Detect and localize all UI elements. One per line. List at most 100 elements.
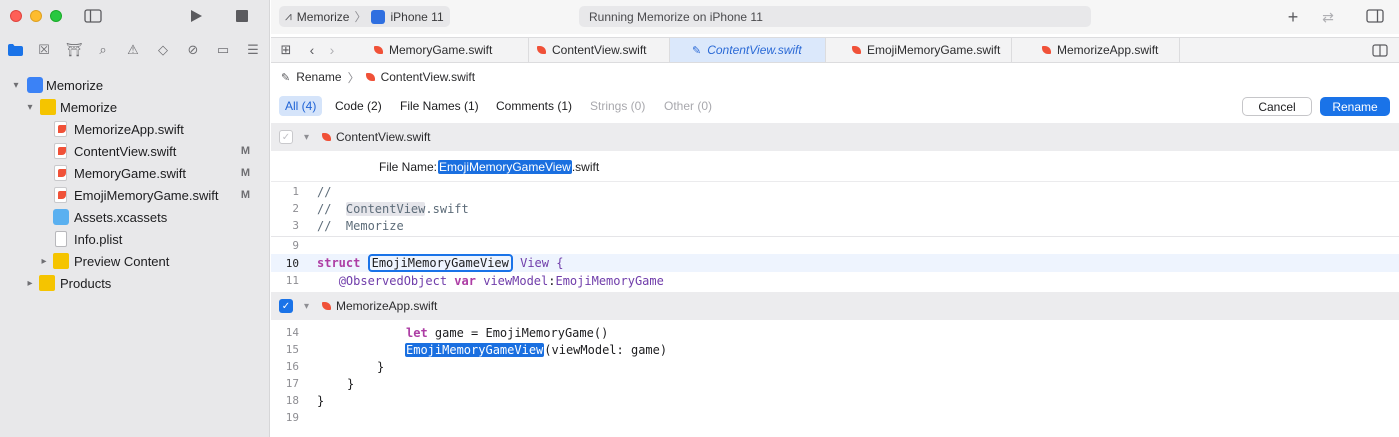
code-text: // xyxy=(317,184,332,199)
line-number: 2 xyxy=(292,202,299,215)
swift-file-icon xyxy=(537,45,546,55)
issue-navigator-icon[interactable]: ⚠ xyxy=(124,41,142,59)
cancel-button[interactable]: Cancel xyxy=(1242,97,1312,116)
split-editor-icon[interactable] xyxy=(1371,42,1389,58)
tree-item-label: Memorize xyxy=(46,77,104,93)
code-line: 2 // ContentView.swift xyxy=(271,200,1399,217)
code-token: (viewModel: game) xyxy=(544,342,668,357)
forward-icon[interactable]: › xyxy=(326,42,338,58)
filter-comments[interactable]: Comments (1) xyxy=(490,96,578,116)
filter-file-names[interactable]: File Names (1) xyxy=(394,96,485,116)
symbol-navigator-icon[interactable]: ⛩ xyxy=(65,41,83,59)
tree-item-file[interactable]: EmojiMemoryGame.swift M xyxy=(0,184,270,206)
include-checkbox[interactable]: ✓ xyxy=(279,299,293,313)
stop-icon[interactable] xyxy=(234,9,250,23)
sidebar-toggle-icon[interactable] xyxy=(83,8,103,24)
rename-match-highlight: EmojiMemoryGameView xyxy=(405,342,545,357)
report-navigator-icon[interactable]: ☰ xyxy=(244,41,262,59)
zoom-window-button[interactable] xyxy=(50,10,62,22)
code-text: // Memorize xyxy=(317,218,404,233)
include-checkbox[interactable]: ✓ xyxy=(279,130,293,144)
status-text: Running Memorize on iPhone 11 xyxy=(589,9,763,24)
source-control-icon[interactable]: ☒ xyxy=(35,41,53,59)
minimize-window-button[interactable] xyxy=(30,10,42,22)
add-icon[interactable]: + xyxy=(1284,7,1302,27)
tree-item-file[interactable]: Info.plist xyxy=(0,228,270,250)
tree-item-file[interactable]: MemorizeApp.swift xyxy=(0,118,270,140)
code-line: 1 // xyxy=(271,183,1399,200)
swift-file-icon xyxy=(1042,45,1051,55)
filter-label: File Names (1) xyxy=(400,99,479,113)
tab-label: MemorizeApp.swift xyxy=(1057,43,1159,57)
scheme-selector[interactable]: ⩘ Memorize 〉 iPhone 11 xyxy=(279,6,450,27)
code-text: } xyxy=(317,393,325,408)
tab-contentview[interactable]: ContentView.swift xyxy=(529,38,670,62)
breadcrumb-action[interactable]: Rename xyxy=(296,70,341,84)
edit-icon: ✎ xyxy=(692,44,702,57)
back-icon[interactable]: ‹ xyxy=(306,42,318,58)
code-keyword: var xyxy=(454,273,476,288)
tab-label: ContentView.swift xyxy=(552,43,647,57)
chevron-right-icon[interactable]: ▸ xyxy=(39,256,49,267)
line-number: 14 xyxy=(285,326,299,339)
tree-item-file[interactable]: ContentView.swift M xyxy=(0,140,270,162)
play-icon[interactable] xyxy=(187,8,205,24)
breadcrumb-separator: 〉 xyxy=(347,70,360,85)
tree-item-group[interactable]: ▾ Memorize xyxy=(0,96,270,118)
tree-item-project[interactable]: ▾ Memorize xyxy=(0,74,270,96)
project-icon xyxy=(27,77,43,93)
code-token: View { xyxy=(512,256,564,270)
chevron-down-icon[interactable]: ▾ xyxy=(304,301,309,312)
folder-navigator-icon[interactable] xyxy=(6,41,24,59)
find-navigator-icon[interactable]: ⌕ xyxy=(94,41,112,59)
chevron-down-icon[interactable]: ▾ xyxy=(304,132,309,143)
code-line: 18 } xyxy=(271,392,1399,409)
line-number: 11 xyxy=(285,274,299,287)
code-line: 19 xyxy=(271,409,1399,426)
tab-memorizeapp[interactable]: MemorizeApp.swift xyxy=(1012,38,1180,62)
swift-file-icon xyxy=(54,187,67,203)
tab-contentview-active[interactable]: ✎ ContentView.swift xyxy=(670,38,826,62)
grid-icon[interactable]: ⊞ xyxy=(279,42,293,57)
filter-code[interactable]: Code (2) xyxy=(329,96,388,116)
tree-item-group[interactable]: ▸ Preview Content xyxy=(0,250,270,272)
rename-edit-field[interactable]: EmojiMemoryGameView xyxy=(367,254,513,272)
filter-other[interactable]: Other (0) xyxy=(658,96,718,116)
file-section-title: MemorizeApp.swift xyxy=(336,299,438,313)
file-name-highlight[interactable]: EmojiMemoryGameView xyxy=(438,159,572,174)
debug-navigator-icon[interactable]: ⊘ xyxy=(184,41,202,59)
filter-label: All (4) xyxy=(285,99,317,113)
breadcrumb-file[interactable]: ContentView.swift xyxy=(381,70,476,84)
chevron-down-icon[interactable]: ▾ xyxy=(11,80,21,91)
rename-label: Rename xyxy=(1332,99,1378,114)
test-navigator-icon[interactable]: ◇ xyxy=(154,41,172,59)
scheme-separator: 〉 xyxy=(354,10,367,24)
app-icon: ⩘ xyxy=(285,9,292,23)
swift-file-icon xyxy=(852,45,861,55)
close-window-button[interactable] xyxy=(10,10,22,22)
asset-catalog-icon xyxy=(53,209,69,225)
tree-item-group[interactable]: ▸ Products xyxy=(0,272,270,294)
code-text: @ObservedObject var viewModel:EmojiMemor… xyxy=(317,274,664,288)
rename-button[interactable]: Rename xyxy=(1320,97,1390,116)
tab-memorygame[interactable]: MemoryGame.swift xyxy=(366,38,529,62)
code-line: 16 } xyxy=(271,358,1399,375)
inspector-toggle-icon[interactable] xyxy=(1365,8,1385,24)
scheme-project: Memorize xyxy=(296,9,350,24)
chevron-down-icon[interactable]: ▾ xyxy=(25,102,35,113)
tree-item-file[interactable]: Assets.xcassets xyxy=(0,206,270,228)
tab-label: MemoryGame.swift xyxy=(389,43,493,57)
code-line: 14 let game = EmojiMemoryGame() xyxy=(271,324,1399,341)
swap-icon[interactable]: ⇄ xyxy=(1317,8,1339,26)
filter-strings[interactable]: Strings (0) xyxy=(584,96,651,116)
tab-emojimemorygame[interactable]: EmojiMemoryGame.swift xyxy=(826,38,1012,62)
chevron-right-icon[interactable]: ▸ xyxy=(25,278,35,289)
line-number: 9 xyxy=(292,239,299,252)
tree-item-file[interactable]: MemoryGame.swift M xyxy=(0,162,270,184)
breakpoint-navigator-icon[interactable]: ▭ xyxy=(214,41,232,59)
code-keyword: let xyxy=(406,325,428,340)
editor-tab-bar: ⊞ ‹ › MemoryGame.swift ContentView.swift… xyxy=(271,37,1399,63)
breadcrumb: ✎ Rename 〉 ContentView.swift xyxy=(271,65,1399,89)
filter-all[interactable]: All (4) xyxy=(279,96,323,116)
code-text: // ContentView.swift xyxy=(317,201,469,216)
